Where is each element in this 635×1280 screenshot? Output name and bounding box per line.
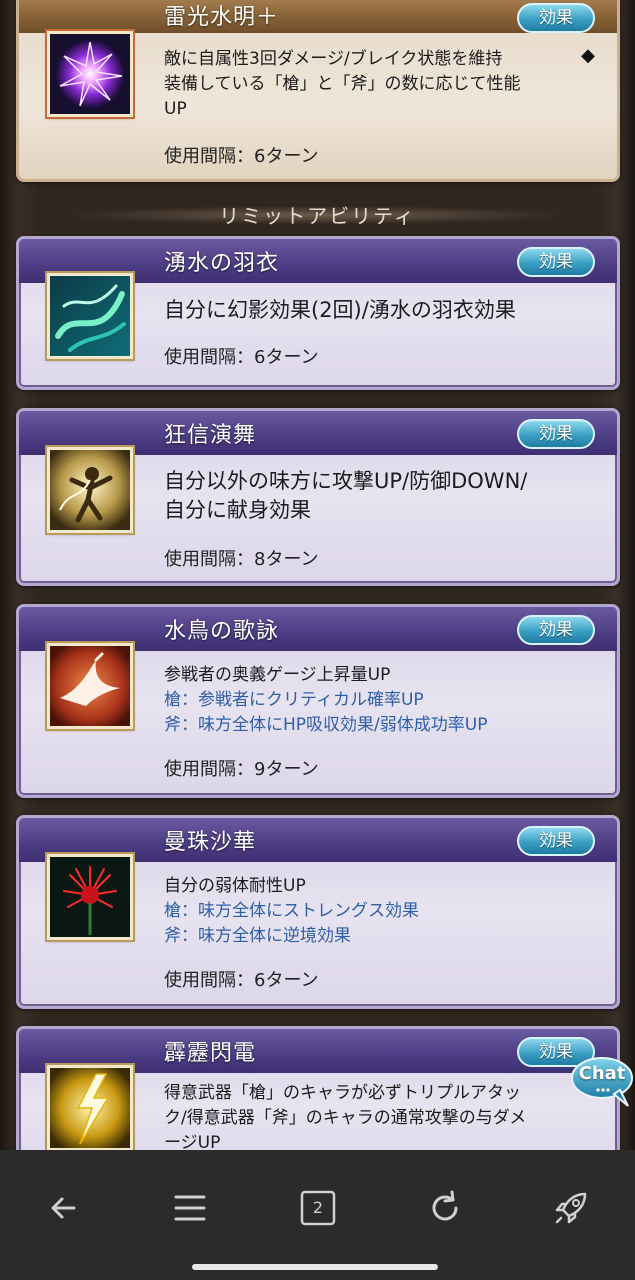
effect-button[interactable]: 効果 <box>517 247 595 277</box>
cooldown-text: 使用間隔：8ターン <box>164 549 319 570</box>
ability-name: 湧水の羽衣 <box>164 251 280 276</box>
desc-line: 自分以外の味方に攻撃UP/防御DOWN/ <box>164 469 528 493</box>
back-icon <box>51 1197 76 1219</box>
back-button[interactable] <box>44 1188 84 1228</box>
ability-name: 曼珠沙華 <box>164 830 257 855</box>
refresh-button[interactable] <box>425 1188 465 1228</box>
desc-line: 斧：味方全体にHP吸収効果/弱体成功率UP <box>164 715 488 735</box>
chat-label: Chat <box>578 1063 626 1084</box>
ability-card: 曼珠沙華 効果 自分の弱体耐性UP 槍：味方全体にストレングス効果 斧：味方全体… <box>16 815 620 1009</box>
thunderbolt-icon <box>50 1068 130 1148</box>
ability-description: 自分以外の味方に攻撃UP/防御DOWN/ 自分に献身効果 <box>164 467 591 525</box>
ability-description: 自分の弱体耐性UP 槍：味方全体にストレングス効果 斧：味方全体に逆境効果 <box>164 874 591 949</box>
desc-line: 自分に幻影効果(2回)/湧水の羽衣効果 <box>164 298 516 322</box>
menu-icon <box>174 1195 206 1221</box>
ability-card: 水鳥の歌詠 効果 参戦者の奥義ゲージ上昇量UP 槍：参戦者にクリティカル確率UP… <box>16 604 620 798</box>
ability-name: 狂信演舞 <box>164 423 257 448</box>
desc-line: 槍：参戦者にクリティカル確率UP <box>164 690 424 710</box>
effect-button[interactable]: 効果 <box>517 615 595 645</box>
water-veil-icon <box>50 276 130 356</box>
desc-line: 敵に自属性3回ダメージ/ブレイク状態を維持 <box>164 49 503 69</box>
desc-line: 自分の弱体耐性UP <box>164 876 306 896</box>
ability-card: 雷光水明＋ 効果 敵に自属性3回ダメージ/ブレイク状態を維持 装備している「槍」… <box>16 0 620 182</box>
dancer-icon <box>50 450 130 530</box>
rocket-button[interactable] <box>551 1188 591 1228</box>
chat-button[interactable]: Chat <box>570 1056 634 1108</box>
effect-button[interactable]: 効果 <box>517 826 595 856</box>
cooldown-text: 使用間隔：6ターン <box>164 146 319 167</box>
tabs-button[interactable]: 2 <box>298 1188 338 1228</box>
desc-line: 参戦者の奥義ゲージ上昇量UP <box>164 665 391 685</box>
desc-line: 斧：味方全体に逆境効果 <box>164 926 351 946</box>
effect-button[interactable]: 効果 <box>517 419 595 449</box>
ability-card: 狂信演舞 効果 自分以外の味方に攻撃UP/防御DOWN/ 自分に献身効果 使用間… <box>16 408 620 586</box>
desc-line: 槍：味方全体にストレングス効果 <box>164 901 419 921</box>
cooldown-text: 使用間隔：6ターン <box>164 970 319 991</box>
ability-description: 参戦者の奥義ゲージ上昇量UP 槍：参戦者にクリティカル確率UP 斧：味方全体にH… <box>164 663 591 738</box>
menu-button[interactable] <box>170 1188 210 1228</box>
ability-icon <box>45 1063 135 1153</box>
rocket-icon <box>555 1192 587 1224</box>
section-title: リミットアビリティ <box>219 204 416 228</box>
lightning-orb-icon <box>50 34 130 114</box>
desc-line: UP <box>164 99 187 119</box>
ability-icon <box>45 852 135 942</box>
effect-button[interactable]: 効果 <box>517 3 595 33</box>
cooldown-text: 使用間隔：6ターン <box>164 347 319 368</box>
desc-line: 得意武器「槍」のキャラが必ずトリプルアタッ <box>164 1083 521 1103</box>
ability-icon <box>45 641 135 731</box>
desc-line: 自分に献身効果 <box>164 498 311 522</box>
ability-icon <box>45 445 135 535</box>
ability-name: 雷光水明＋ <box>164 5 280 30</box>
crane-icon <box>50 646 130 726</box>
desc-line: ク/得意武器「斧」のキャラの通常攻撃の与ダメ <box>164 1108 527 1128</box>
ability-description: 敵に自属性3回ダメージ/ブレイク状態を維持 装備している「槍」と「斧」の数に応じ… <box>164 47 591 122</box>
browser-nav-bar: 2 <box>0 1150 635 1280</box>
ability-description: 自分に幻影効果(2回)/湧水の羽衣効果 <box>164 295 591 325</box>
diamond-icon: ◆ <box>581 45 595 66</box>
desc-line: 装備している「槍」と「斧」の数に応じて性能 <box>164 74 521 94</box>
ability-icon <box>45 271 135 361</box>
cooldown-text: 使用間隔：9ターン <box>164 759 319 780</box>
ability-name: 水鳥の歌詠 <box>164 619 280 644</box>
refresh-icon <box>432 1190 458 1221</box>
section-header: リミットアビリティ <box>0 196 635 234</box>
ability-icon <box>45 29 135 119</box>
red-spider-lily-icon <box>50 857 130 937</box>
ability-card: 湧水の羽衣 効果 自分に幻影効果(2回)/湧水の羽衣効果 使用間隔：6ターン <box>16 236 620 390</box>
ability-description: 得意武器「槍」のキャラが必ずトリプルアタッ ク/得意武器「斧」のキャラの通常攻撃… <box>164 1081 591 1156</box>
home-indicator[interactable] <box>192 1264 438 1270</box>
ability-name: 霹靂閃電 <box>164 1041 257 1066</box>
tab-count: 2 <box>312 1198 324 1217</box>
